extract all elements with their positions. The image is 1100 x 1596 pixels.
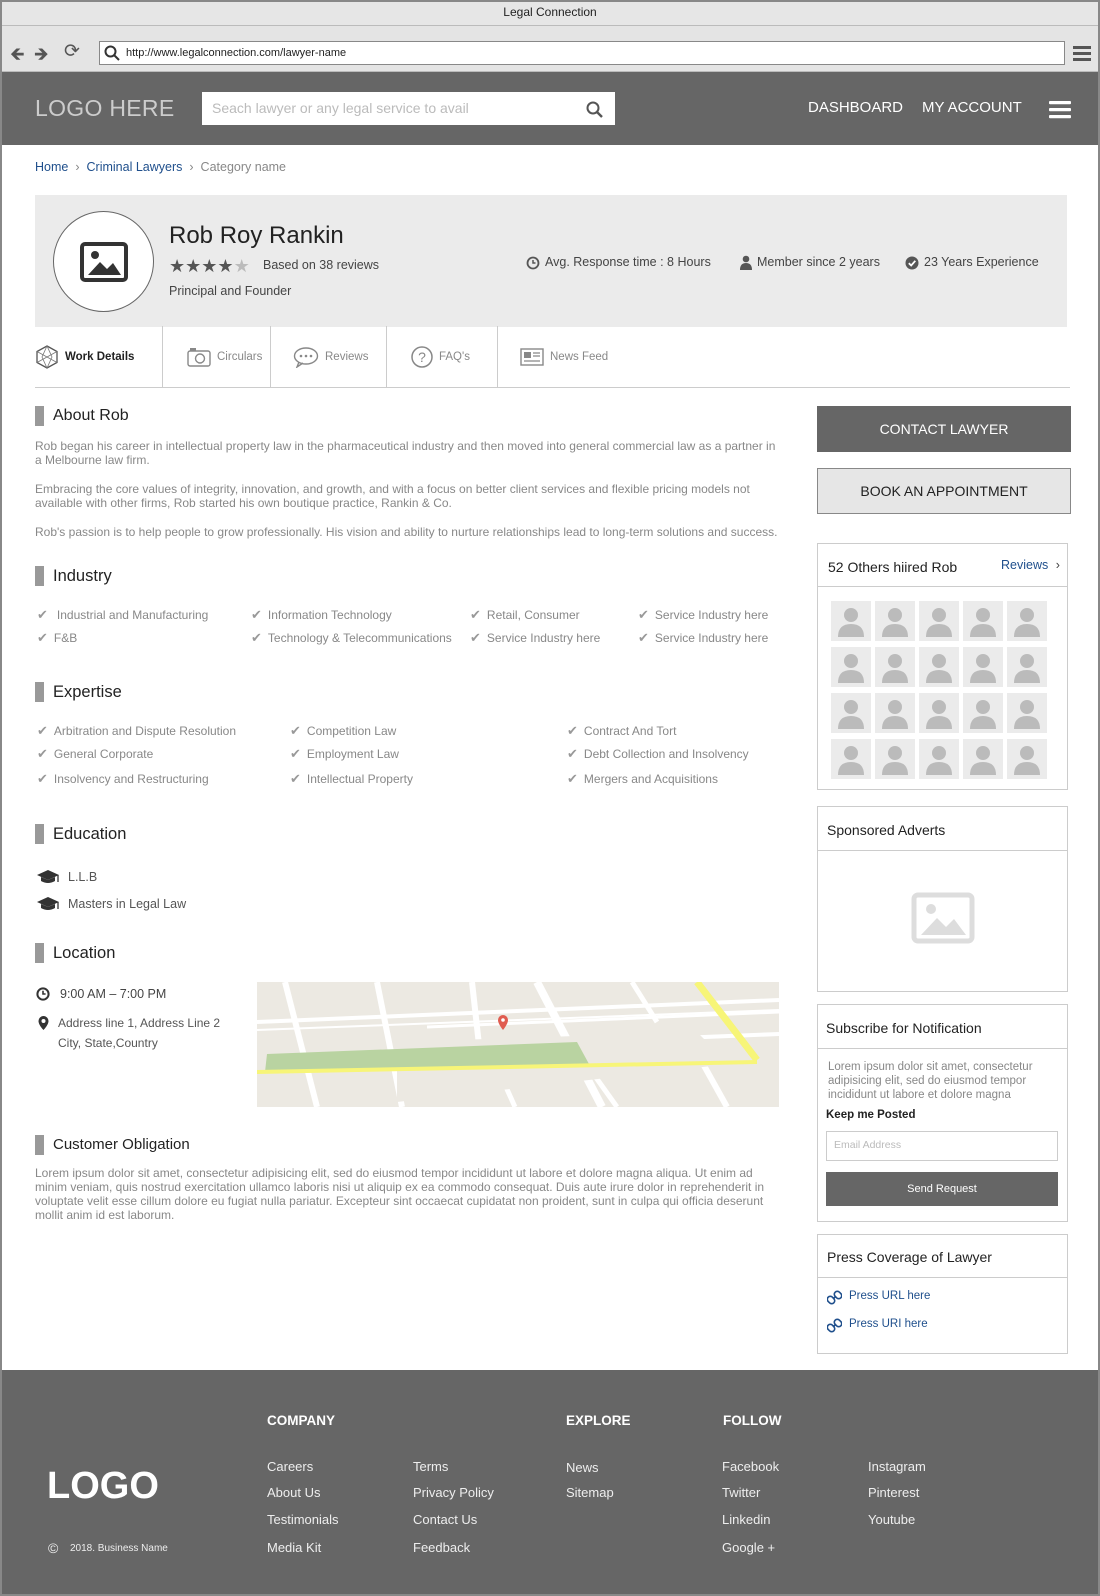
window-frame xyxy=(0,0,1100,1596)
